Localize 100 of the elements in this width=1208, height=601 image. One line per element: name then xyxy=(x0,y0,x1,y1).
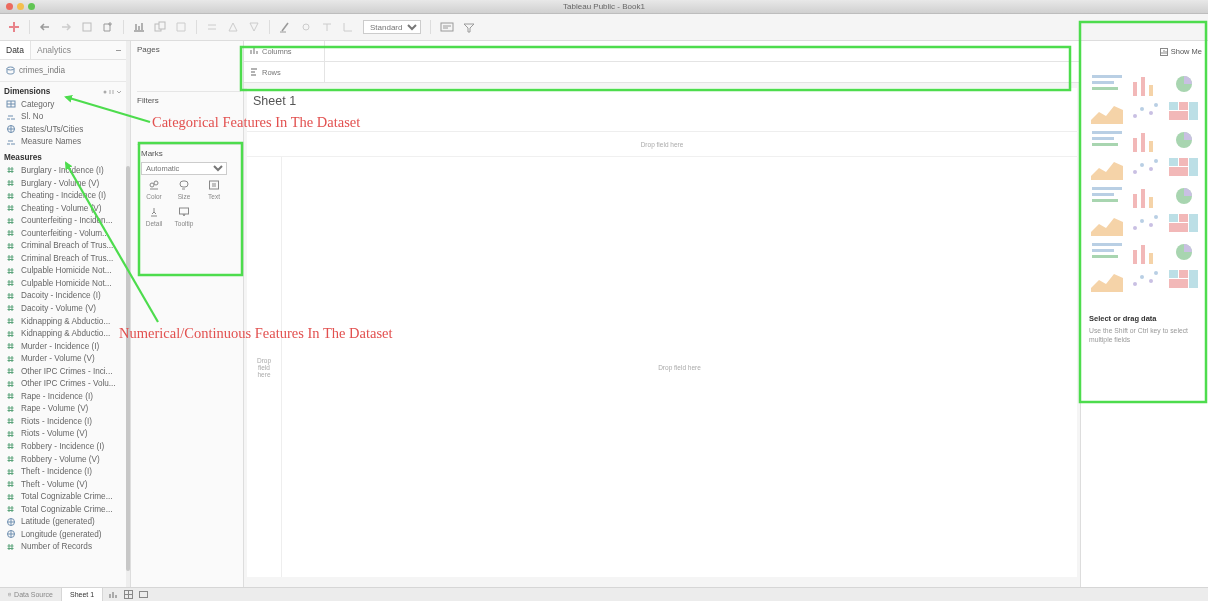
number-field-icon xyxy=(6,391,16,402)
field-item[interactable]: Riots - Incidence (I) xyxy=(21,416,92,426)
highlight-icon[interactable] xyxy=(279,21,291,33)
number-field-icon xyxy=(6,541,16,552)
field-item[interactable]: Riots - Volume (V) xyxy=(21,429,88,439)
field-item[interactable]: Kidnapping & Abductio... xyxy=(21,316,111,326)
globe-icon xyxy=(6,529,16,540)
globe-icon xyxy=(6,124,16,135)
number-field-icon xyxy=(6,278,16,289)
sheet-title: Sheet 1 xyxy=(253,94,297,108)
window-title: Tableau Public - Book1 xyxy=(562,2,646,11)
sort-descending-icon[interactable] xyxy=(248,21,260,33)
table-icon xyxy=(6,99,16,110)
field-item[interactable]: Category xyxy=(21,99,55,109)
annotation-label: Numerical/Continuous Features In The Dataset xyxy=(119,325,393,342)
field-item[interactable]: Rape - Volume (V) xyxy=(21,404,89,414)
number-field-icon xyxy=(6,316,16,326)
label-icon[interactable] xyxy=(321,21,333,33)
number-field-icon xyxy=(6,290,16,301)
number-field-icon xyxy=(6,403,16,414)
close-icon[interactable] xyxy=(6,3,13,10)
field-item[interactable]: Theft - Incidence (I) xyxy=(21,467,92,477)
field-item[interactable]: Dacoity - Volume (V) xyxy=(21,303,97,313)
duplicate-icon[interactable] xyxy=(154,21,166,33)
sort-ascending-icon[interactable] xyxy=(227,21,239,33)
number-field-icon xyxy=(6,328,16,339)
number-field-icon xyxy=(6,378,16,389)
number-field-icon xyxy=(6,366,16,377)
section-header: Dimensions xyxy=(4,87,51,96)
data-source-name[interactable]: crimes_india xyxy=(19,66,65,75)
fix-axes-icon[interactable] xyxy=(342,21,354,33)
color-icon xyxy=(148,179,160,191)
minimize-icon[interactable] xyxy=(17,3,24,10)
shelf-label: Filters xyxy=(137,96,159,105)
number-field-icon xyxy=(6,428,16,439)
number-field-icon xyxy=(6,416,16,427)
number-field-icon xyxy=(6,215,16,226)
back-arrow-icon[interactable] xyxy=(39,21,51,33)
globe-icon xyxy=(6,516,16,527)
field-item[interactable]: Total Cognizable Crime... xyxy=(21,504,113,514)
number-field-icon xyxy=(6,203,16,214)
field-item[interactable]: Latitude (generated) xyxy=(21,517,95,527)
group-icon[interactable] xyxy=(300,21,312,33)
field-item[interactable]: Measure Names xyxy=(21,137,82,147)
number-field-icon xyxy=(6,454,16,465)
pane-options-icon[interactable] xyxy=(102,87,122,96)
number-field-icon xyxy=(6,504,16,515)
number-field-icon xyxy=(6,479,16,490)
presentation-icon[interactable] xyxy=(440,21,454,33)
shelf-label: Marks xyxy=(141,149,164,158)
field-item[interactable]: Other IPC Crimes - Inci... xyxy=(21,366,113,376)
forward-arrow-icon[interactable] xyxy=(60,21,72,33)
columns-icon xyxy=(250,47,258,55)
share-icon[interactable] xyxy=(463,21,475,33)
field-item[interactable]: Rape - Incidence (I) xyxy=(21,391,93,401)
field-item[interactable]: Theft - Volume (V) xyxy=(21,479,88,489)
field-item[interactable]: Longitude (generated) xyxy=(21,529,102,539)
new-story-icon[interactable] xyxy=(139,590,149,599)
add-datasource-icon[interactable] xyxy=(102,21,114,33)
number-field-icon xyxy=(6,353,16,364)
field-item[interactable]: Dacoity - Incidence (I) xyxy=(21,291,101,301)
field-item[interactable]: Culpable Homicide Not... xyxy=(21,278,112,288)
maximize-icon[interactable] xyxy=(28,3,35,10)
field-item[interactable]: Other IPC Crimes - Volu... xyxy=(21,379,116,389)
field-item[interactable]: Culpable Homicide Not... xyxy=(21,266,112,276)
pane-tab[interactable]: Data xyxy=(0,41,31,59)
field-item[interactable]: Sl. No xyxy=(21,112,44,122)
number-field-icon xyxy=(6,178,16,188)
pane-tab[interactable]: Analytics xyxy=(30,41,77,59)
section-header: Measures xyxy=(4,153,42,163)
new-dashboard-icon[interactable] xyxy=(124,590,134,599)
annotation-label: Categorical Features In The Dataset xyxy=(152,114,361,131)
size-icon xyxy=(178,179,190,191)
field-item[interactable]: Criminal Breach of Trus... xyxy=(21,253,114,263)
number-field-icon xyxy=(6,165,16,176)
field-item[interactable]: Total Cognizable Crime... xyxy=(21,492,113,502)
text-icon xyxy=(208,179,220,191)
detail-icon xyxy=(148,206,160,218)
show-me-icon[interactable] xyxy=(1159,47,1168,56)
field-item[interactable]: Murder - Incidence (I) xyxy=(21,341,100,351)
field-item[interactable]: Counterfeiting - Volum... xyxy=(21,228,109,238)
new-sheet-icon[interactable] xyxy=(133,21,145,33)
number-field-icon xyxy=(6,466,16,477)
number-field-icon xyxy=(6,303,16,314)
view-size-dropdown[interactable]: Standard xyxy=(363,20,421,34)
field-item[interactable]: Criminal Breach of Trus... xyxy=(21,241,114,251)
field-item[interactable]: Robbery - Incidence (I) xyxy=(21,442,105,451)
number-field-icon xyxy=(6,341,16,352)
number-field-icon xyxy=(6,190,16,201)
field-item[interactable]: Kidnapping & Abductio... xyxy=(21,329,111,339)
number-field-icon xyxy=(6,253,16,264)
number-field-icon xyxy=(6,228,16,239)
number-field-icon xyxy=(6,491,16,502)
field-item[interactable]: Robbery - Volume (V) xyxy=(21,454,100,464)
new-worksheet-icon[interactable] xyxy=(109,590,119,599)
field-item[interactable]: Number of Records xyxy=(21,542,92,552)
rows-icon xyxy=(250,68,258,76)
field-item[interactable]: Murder - Volume (V) xyxy=(21,354,95,364)
field-item[interactable]: States/UTs/Cities xyxy=(21,124,84,134)
number-field-icon xyxy=(6,240,16,251)
